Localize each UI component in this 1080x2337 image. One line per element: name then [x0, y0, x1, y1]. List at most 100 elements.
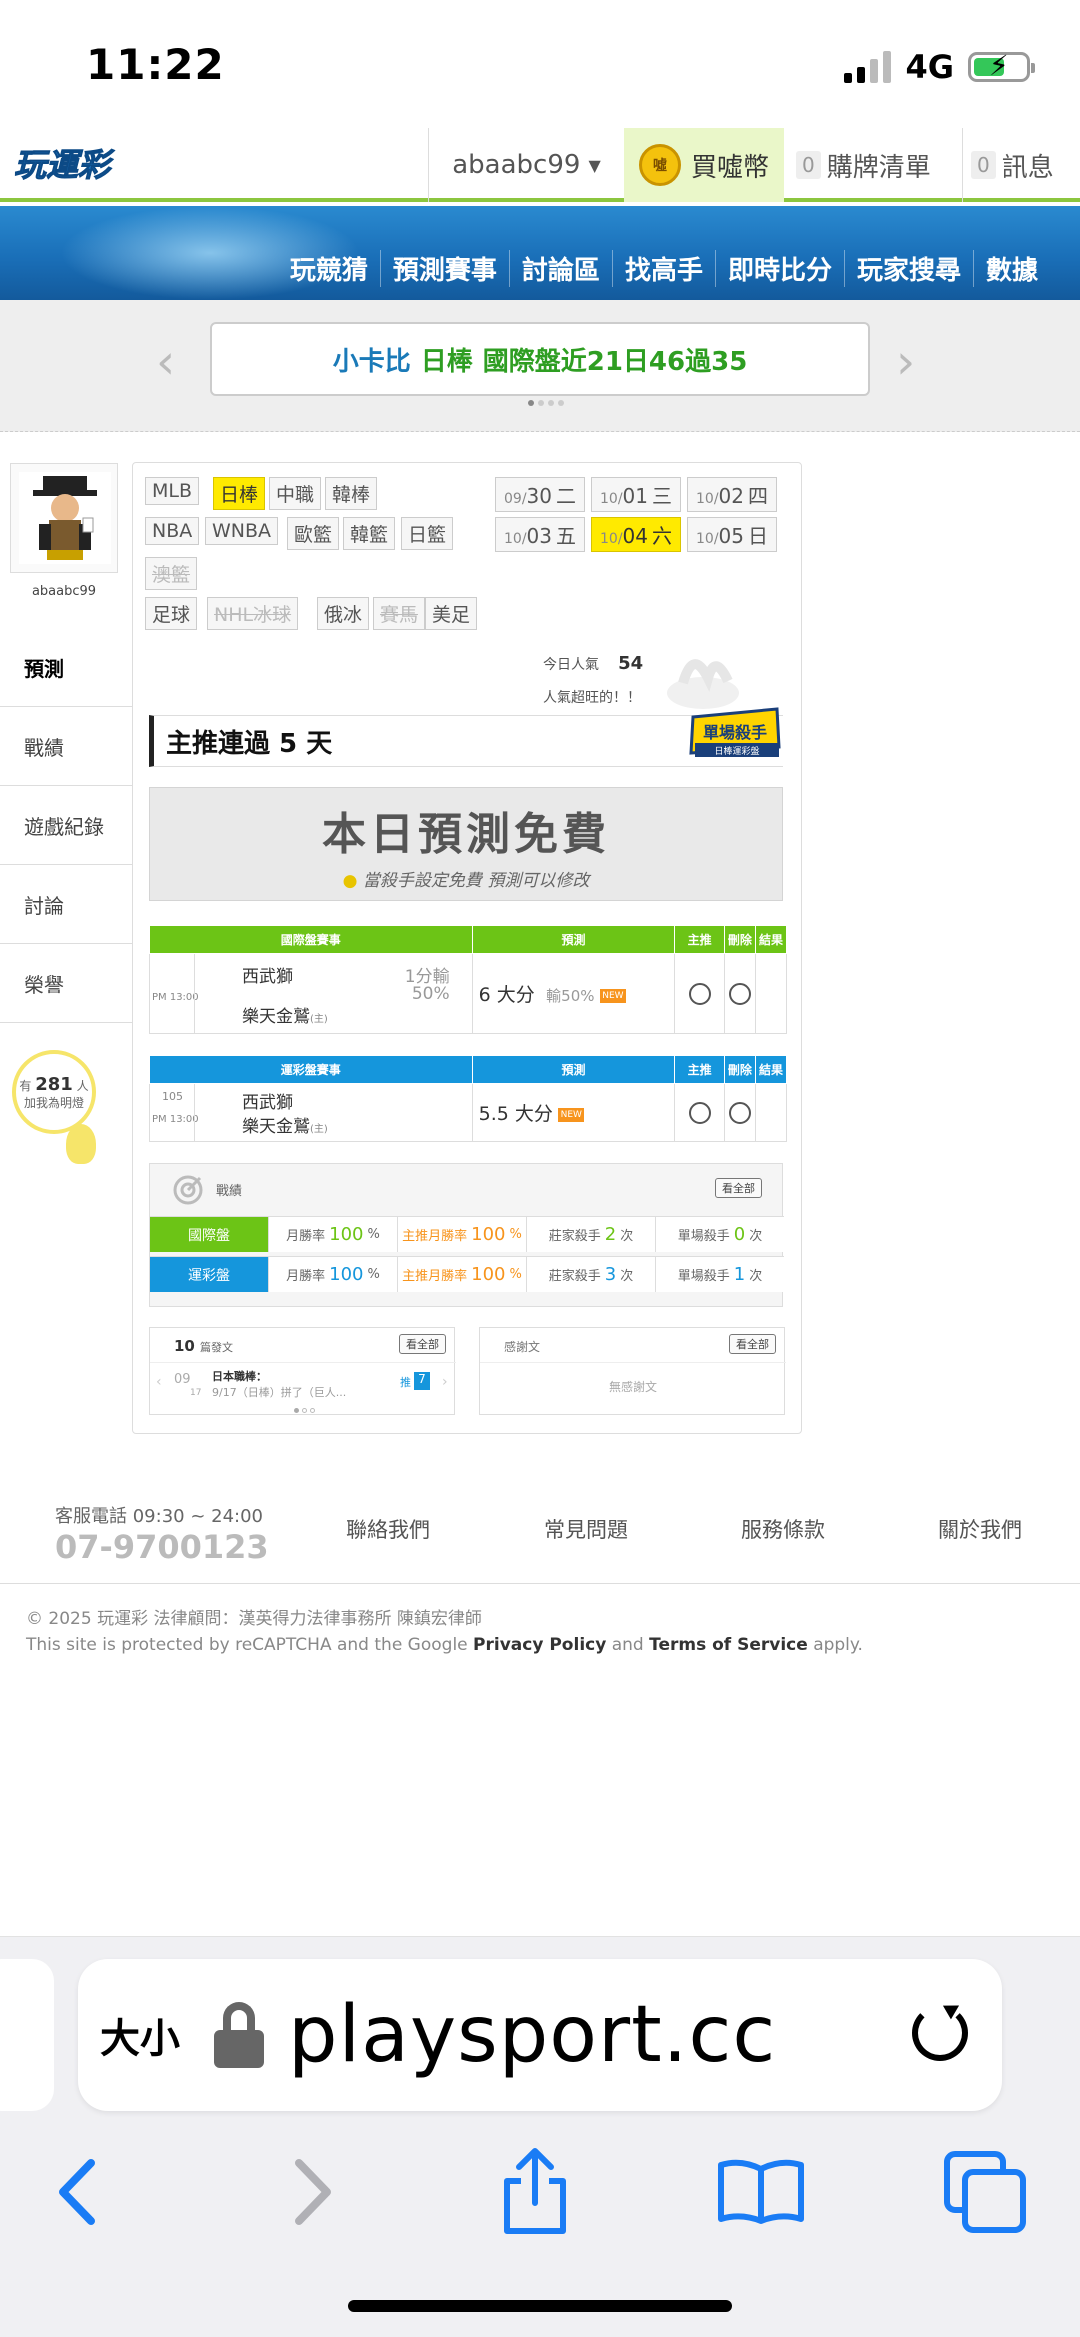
- date-month: 10/: [504, 531, 527, 547]
- category-row4-0[interactable]: 足球: [145, 597, 198, 630]
- category-row1-2[interactable]: 中職: [269, 477, 322, 510]
- footer-link-terms[interactable]: 服務條款: [741, 1514, 825, 1544]
- privacy-link[interactable]: Privacy Policy: [473, 1635, 606, 1655]
- tabs-button[interactable]: [940, 2147, 1030, 2237]
- col-header: 結果: [754, 1055, 788, 1084]
- single-killer: 單場殺手 0 次: [655, 1217, 784, 1252]
- menu-item-0[interactable]: 玩競猜: [278, 250, 380, 287]
- main-pick-radio[interactable]: [688, 982, 711, 1005]
- share-button[interactable]: [490, 2147, 580, 2237]
- reload-icon[interactable]: [912, 2005, 968, 2061]
- home-mark: (主): [310, 1124, 328, 1135]
- address-bar[interactable]: 大小 playsport.cc: [78, 1959, 1002, 2111]
- footer-link-about[interactable]: 關於我們: [938, 1514, 1022, 1544]
- share-icon: [504, 2148, 566, 2234]
- footer-link-faq[interactable]: 常見問題: [544, 1514, 628, 1544]
- category-row1-3[interactable]: 韓棒: [325, 477, 378, 510]
- chevron-left-icon[interactable]: ‹: [156, 1374, 162, 1390]
- post-title[interactable]: 日本職棒：: [212, 1368, 267, 1384]
- posts-view-all-button[interactable]: 看全部: [399, 1334, 446, 1354]
- date-month: 10/: [696, 491, 719, 507]
- menu-item-6[interactable]: 數據: [972, 250, 1050, 287]
- profile-card[interactable]: [10, 463, 118, 573]
- col-header: 刪除: [723, 925, 756, 954]
- menu-item-1[interactable]: 預測賽事: [379, 250, 509, 287]
- date-month: 10/: [600, 531, 623, 547]
- team-away: 西武獅: [242, 967, 293, 987]
- fans-unit: 人: [76, 1078, 89, 1093]
- text-size-button[interactable]: 大小: [100, 2006, 180, 2064]
- col-header: 預測: [471, 925, 676, 954]
- sidebar-item-2[interactable]: 遊戲紀錄: [0, 786, 132, 865]
- col-header: 主推: [674, 1055, 725, 1084]
- menu-item-3[interactable]: 找高手: [611, 250, 715, 287]
- user-dropdown[interactable]: abaabc99 ▼: [428, 128, 624, 202]
- forward-button[interactable]: [266, 2147, 356, 2237]
- popularity-value: 54: [618, 653, 644, 674]
- footer-link-contact[interactable]: 聯絡我們: [346, 1514, 430, 1544]
- posts-box: 10 篇發文 看全部 ‹ 09 17 日本職棒： 9/17（日棒）拼了（巨人..…: [149, 1327, 456, 1415]
- category-row2-3[interactable]: 韓籃: [343, 517, 396, 550]
- sidebar-item-3[interactable]: 討論: [0, 865, 132, 944]
- category-row2-1[interactable]: WNBA: [205, 517, 279, 545]
- cart-link[interactable]: 0 購牌清單: [796, 128, 956, 202]
- date-button-5[interactable]: 10/05 日: [687, 517, 777, 552]
- post-snippet[interactable]: 9/17（日棒）拼了（巨人...: [212, 1384, 346, 1400]
- terms-link[interactable]: Terms of Service: [649, 1635, 808, 1655]
- record-view-all-button[interactable]: 看全部: [715, 1178, 762, 1198]
- main-pick-radio[interactable]: [688, 1101, 711, 1124]
- chevron-left-icon[interactable]: ‹: [156, 334, 175, 390]
- result-cell: [754, 1083, 788, 1142]
- free-sub-text: 當殺手設定免費 預測可以修改: [362, 870, 590, 891]
- banner-pager: [528, 400, 564, 406]
- month-rate: 月勝率 100%: [268, 1217, 397, 1252]
- record-panel: 戰績 看全部 國際盤 月勝率 100% 主推月勝率 100% 莊家殺手 2 次單場殺手 0 次運彩…: [149, 1163, 784, 1307]
- bookmarks-button[interactable]: [716, 2147, 806, 2237]
- decoration-icon: [667, 659, 739, 709]
- hotline-number[interactable]: 07-9700123: [55, 1528, 269, 1566]
- status-indicators: 4G ⚡: [844, 48, 1035, 86]
- buy-coin-button[interactable]: 噓 買噓幣: [624, 128, 784, 202]
- category-row2-0[interactable]: NBA: [145, 517, 200, 545]
- fans-counter[interactable]: 有 281 人 加我為明燈: [12, 1050, 96, 1134]
- menu-item-5[interactable]: 玩家搜尋: [843, 250, 973, 287]
- chevron-right-icon[interactable]: ›: [442, 1374, 448, 1390]
- prediction-pick: 6 大分: [478, 984, 535, 1006]
- date-button-3[interactable]: 10/03 五: [495, 517, 585, 552]
- date-button-2[interactable]: 10/02 四: [687, 477, 777, 512]
- site-logo[interactable]: 玩運彩: [12, 140, 132, 188]
- banner-headline[interactable]: 小卡比 日棒 國際盤近21日46過35: [210, 322, 870, 396]
- category-row4-4[interactable]: 美足: [425, 597, 478, 630]
- menu-item-4[interactable]: 即時比分: [714, 250, 844, 287]
- category-row2-2[interactable]: 歐籃: [287, 517, 340, 550]
- category-row3-0[interactable]: 澳籃: [145, 557, 198, 590]
- profile-name: abaabc99: [31, 584, 97, 599]
- chevron-right-icon[interactable]: ›: [896, 334, 915, 390]
- back-button[interactable]: [34, 2147, 124, 2237]
- sidebar-item-4[interactable]: 榮譽: [0, 944, 132, 1023]
- sidebar-item-1[interactable]: 戰績: [0, 707, 132, 786]
- game-time: PM 13:00: [152, 1114, 199, 1125]
- col-header: 結果: [754, 925, 788, 954]
- menu-item-2[interactable]: 討論區: [508, 250, 612, 287]
- date-button-4[interactable]: 10/04 六: [591, 517, 681, 552]
- message-link[interactable]: 0 訊息: [962, 128, 1080, 202]
- main-month-rate: 主推月勝率 100%: [397, 1257, 526, 1292]
- category-row1-0[interactable]: MLB: [145, 477, 200, 505]
- sidebar-item-0[interactable]: 預測: [0, 628, 132, 707]
- tabs-icon: [944, 2151, 1026, 2233]
- category-row1-1[interactable]: 日棒: [213, 477, 266, 510]
- push-label: 推: [400, 1376, 411, 1389]
- category-row4-2[interactable]: 俄冰: [317, 597, 370, 630]
- thanks-view-all-button[interactable]: 看全部: [729, 1334, 776, 1354]
- category-row4-3[interactable]: 賽馬: [373, 597, 426, 630]
- killer-badge-title: 單場殺手: [703, 723, 767, 742]
- date-button-1[interactable]: 10/01 三: [591, 477, 681, 512]
- category-row4-1[interactable]: NHL冰球: [207, 597, 299, 630]
- previous-tab[interactable]: [0, 1959, 54, 2111]
- thanks-empty: 無感謝文: [608, 1380, 657, 1394]
- delete-radio[interactable]: [728, 982, 751, 1005]
- date-button-0[interactable]: 09/30 二: [495, 477, 585, 512]
- delete-radio[interactable]: [728, 1101, 751, 1124]
- category-row2-4[interactable]: 日籃: [401, 517, 454, 550]
